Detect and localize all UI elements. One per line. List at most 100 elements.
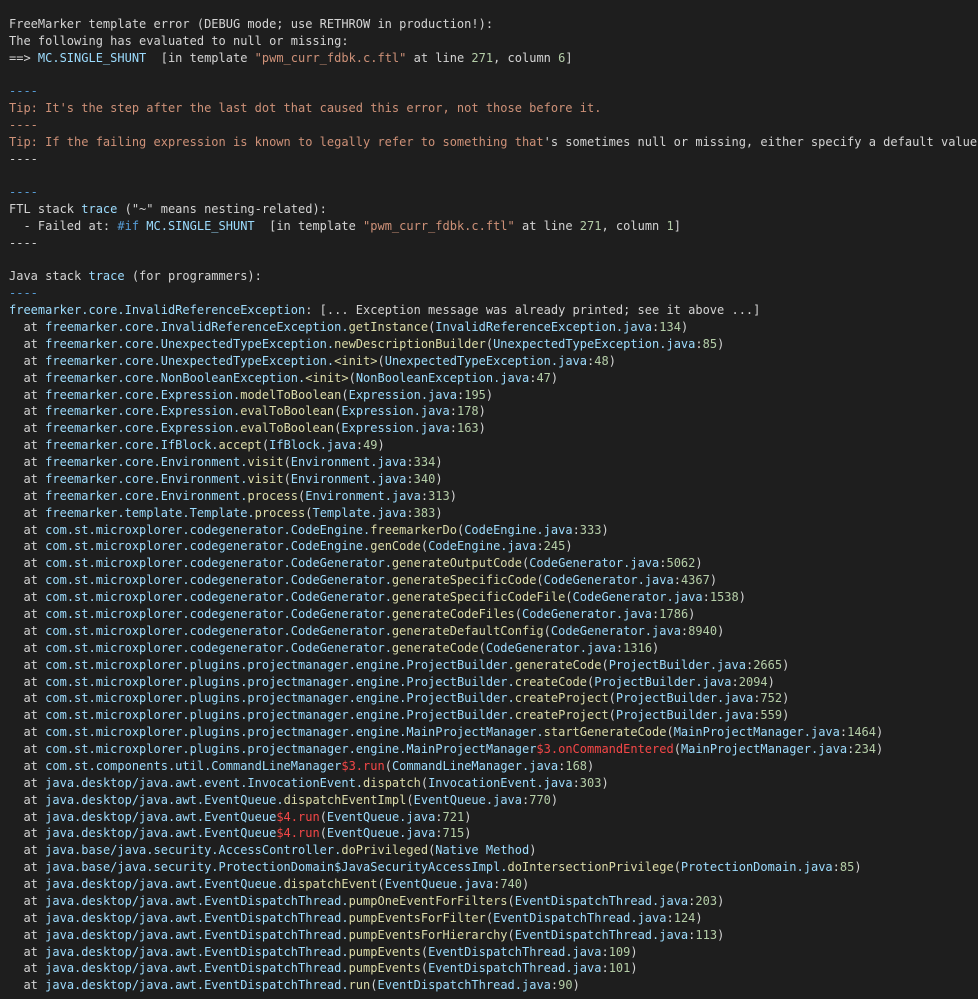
frame-class: java.desktop/java.awt.EventQueue [45, 809, 277, 824]
frame-line-number: 134 [659, 320, 681, 334]
frame-line-number: 195 [464, 387, 486, 402]
frame-close-paren: ) [782, 657, 790, 672]
frame-colon: : [572, 775, 580, 790]
frame-line-number: 2094 [738, 674, 768, 689]
frame-close-paren: ) [522, 877, 530, 891]
frame-source-file: EventDispatchThread.java [514, 893, 689, 908]
frame-indent [9, 641, 23, 655]
frame-at-keyword: at [23, 758, 38, 773]
frame-indent [9, 472, 23, 486]
stack-frame-line: at com.st.microxplorer.plugins.projectma… [9, 741, 883, 758]
frame-at-keyword: at [23, 387, 38, 402]
frame-line-number: 752 [760, 691, 783, 706]
stack-frame-line: at com.st.microxplorer.codegenerator.Cod… [9, 623, 724, 640]
frame-indent [9, 691, 23, 705]
frame-class: freemarker.core.Expression. [45, 404, 241, 419]
frame-colon: : [601, 944, 609, 959]
java-title-text: Java stack [9, 269, 89, 283]
frame-method: createProject [514, 708, 609, 723]
frame-method: doPrivileged [341, 843, 429, 858]
frame-close-paren: ) [738, 590, 746, 605]
frame-at-keyword: at [23, 944, 38, 959]
frame-source-file: UnexpectedTypeException.java [493, 336, 696, 351]
column-label: , column [493, 51, 559, 65]
stack-frame-line: at com.st.microxplorer.plugins.projectma… [9, 707, 789, 724]
frame-class: freemarker.core.Expression. [45, 421, 241, 436]
separator: ---- [9, 285, 38, 302]
stack-frame-line: at com.st.microxplorer.plugins.projectma… [9, 724, 883, 741]
template-prefix: [in template [254, 219, 364, 233]
frame-open-paren: ( [283, 471, 291, 486]
frame-class: freemarker.core.NonBooleanException. [45, 370, 306, 385]
frame-line-number: 90 [558, 978, 573, 993]
frame-at-keyword: at [23, 438, 38, 453]
exception-line: freemarker.core.InvalidReferenceExceptio… [9, 302, 760, 319]
frame-line-number: 234 [854, 742, 877, 756]
frame-line-number: 313 [428, 488, 450, 503]
frame-class: com.st.microxplorer.codegenerator.CodeGe… [45, 590, 392, 605]
frame-class: com.st.microxplorer.plugins.projectmanag… [45, 725, 544, 740]
separator-text: ---- [9, 185, 38, 199]
frame-indent [9, 708, 23, 722]
frame-indent [9, 624, 23, 638]
frame-at-keyword: at [23, 961, 38, 976]
frame-line-number: 8940 [688, 623, 718, 638]
frame-class: java.desktop/java.awt.EventDispatchThrea… [45, 961, 349, 976]
frame-source-file: MainProjectManager.java [673, 725, 840, 740]
frame-method: dispatchEventImpl [283, 792, 407, 807]
frame-at-keyword: at [23, 809, 38, 824]
frame-method: visit [247, 471, 284, 486]
frame-method: <init> [305, 370, 349, 385]
frame-indent [9, 489, 23, 503]
frame-at-keyword: at [23, 742, 38, 756]
frame-source-file: ProjectBuilder.java [594, 674, 732, 689]
frame-at-keyword: at [23, 826, 38, 841]
exception-message: : [... Exception message was already pri… [305, 303, 761, 317]
frame-close-paren: ) [854, 860, 862, 875]
stack-frame-line: at freemarker.core.IfBlock.accept(IfBloc… [9, 437, 384, 454]
frame-close-paren: ) [435, 471, 443, 486]
frame-close-paren: ) [717, 927, 725, 942]
frame-open-paren: ( [507, 927, 515, 942]
frame-close-paren: ) [709, 573, 718, 588]
frame-indent [9, 894, 23, 908]
frame-source-file: InvalidReferenceException.java [435, 320, 653, 334]
frame-method: startGenerateCode [543, 725, 667, 740]
frame-indent [9, 776, 23, 790]
if-directive: #if [117, 219, 140, 233]
line-number: 271 [579, 219, 602, 233]
frame-close-paren: ) [550, 792, 559, 807]
frame-source-file: Expression.java [348, 387, 457, 402]
stack-frame-line: at freemarker.core.UnexpectedTypeExcepti… [9, 336, 724, 353]
stack-frame-line: at java.base/java.security.ProtectionDom… [9, 859, 862, 876]
stack-frame-line: at com.st.microxplorer.codegenerator.Cod… [9, 572, 717, 589]
frame-indent [9, 961, 23, 975]
stack-frame-line: at freemarker.core.InvalidReferenceExcep… [9, 319, 688, 336]
frame-source-file: EventDispatchThread.java [428, 944, 602, 959]
frame-class: java.desktop/java.awt.EventQueue [45, 826, 277, 841]
frame-method: generateDefaultConfig [391, 623, 544, 638]
frame-source-file: EventDispatchThread.java [493, 910, 667, 925]
frame-open-paren: ( [485, 910, 494, 925]
frame-indent [9, 573, 23, 587]
frame-class: com.st.microxplorer.plugins.projectmanag… [45, 691, 515, 706]
frame-method: pumpOneEventForFilters [348, 893, 508, 908]
frame-source-file: CodeGenerator.java [485, 640, 616, 655]
frame-indent [9, 725, 23, 739]
frame-at-keyword: at [23, 505, 38, 520]
frame-source-file: EventDispatchThread.java [377, 978, 551, 993]
frame-at-keyword: at [23, 370, 38, 385]
frame-source-file: Template.java [312, 505, 407, 520]
frame-class: freemarker.core.UnexpectedTypeException. [45, 336, 335, 351]
stack-frame-line: at freemarker.core.Environment.visit(Env… [9, 454, 442, 471]
frame-at-keyword: at [23, 590, 38, 605]
frame-method: evalToBoolean [240, 404, 335, 419]
separator: ---- [9, 151, 38, 168]
tip-text: Tip: If the failing expression is known … [9, 135, 544, 149]
stack-frame-line: at com.st.microxplorer.codegenerator.Cod… [9, 589, 746, 606]
frame-at-keyword: at [23, 522, 38, 537]
stack-frame-line: at com.st.microxplorer.codegenerator.Cod… [9, 555, 703, 572]
frame-close-paren: ) [695, 556, 703, 571]
frame-class: com.st.microxplorer.plugins.projectmanag… [45, 657, 515, 672]
failing-expression: MC.SINGLE_SHUNT [139, 219, 255, 233]
